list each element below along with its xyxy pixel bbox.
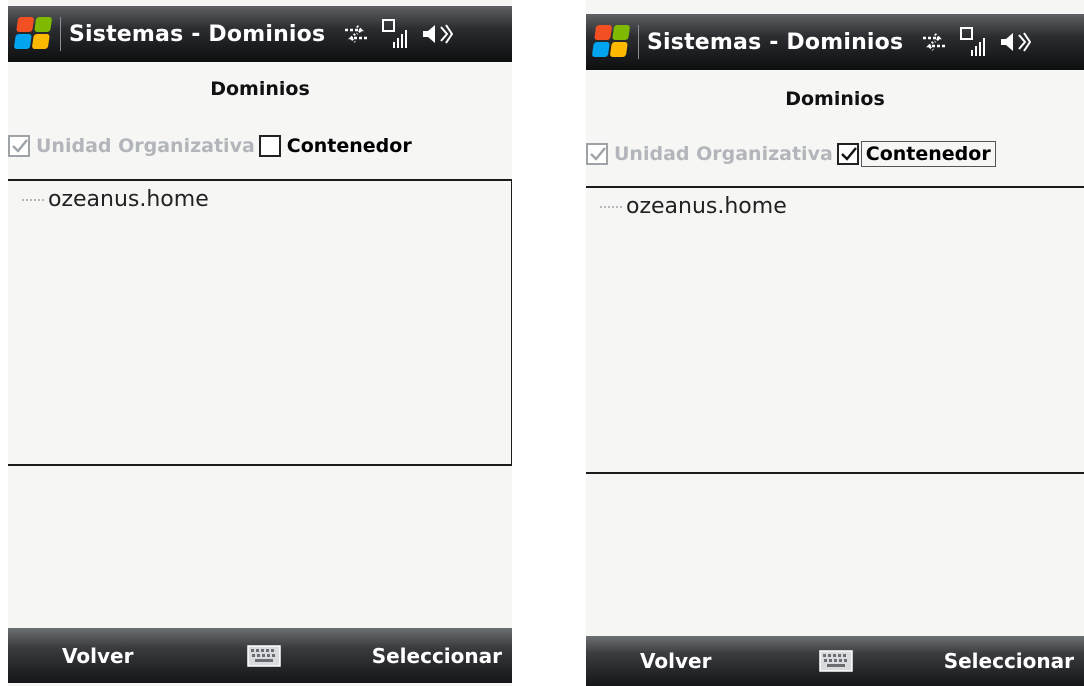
checkbox-label-contenedor[interactable]: Contenedor [860,141,996,167]
checkbox-unidad-organizativa[interactable] [586,143,608,165]
page-heading: Dominios [785,88,885,110]
windows-start-icon[interactable] [586,14,638,70]
phone-screen-left: Sistemas - Dominios Dominios Unidad Orga… [8,0,512,686]
signal-strength-icon[interactable] [381,18,409,50]
select-softkey[interactable]: Seleccionar [372,644,502,668]
soft-key-bar: Volver Seleccionar [586,636,1084,686]
speaker-icon[interactable] [421,22,454,46]
status-icons [343,18,454,50]
phone-screen-right: Sistemas - Dominios Dominios Unidad Orga… [586,0,1084,686]
data-sync-icon[interactable] [343,23,369,45]
tree-item-domain[interactable]: ozeanus.home [600,194,787,219]
tree-item-label: ozeanus.home [48,187,209,212]
soft-key-bar: Volver Seleccionar [8,628,512,683]
signal-strength-icon[interactable] [959,26,987,58]
back-softkey[interactable]: Volver [640,649,711,673]
tree-item-label: ozeanus.home [626,194,787,219]
checkbox-contenedor[interactable] [836,143,859,165]
back-softkey[interactable]: Volver [62,644,133,668]
checkmark-icon [590,147,606,161]
tree-connector [600,205,622,208]
tree-item-domain[interactable]: ozeanus.home [22,187,209,212]
title-separator [60,17,61,51]
keyboard-icon[interactable] [819,650,853,672]
domain-tree-view[interactable]: ozeanus.home [8,179,512,466]
checkbox-row: Unidad Organizativa Contenedor [586,136,1084,172]
checkbox-label-unidad-organizativa: Unidad Organizativa [614,143,833,165]
tree-connector [22,198,44,201]
select-softkey[interactable]: Seleccionar [944,649,1074,673]
keyboard-icon[interactable] [247,644,281,667]
checkmark-icon [840,147,857,161]
status-icons [921,26,1032,58]
title-bar: Sistemas - Dominios [8,6,512,62]
title-separator [638,25,639,59]
domain-tree-view[interactable]: ozeanus.home [586,186,1084,474]
checkbox-label-unidad-organizativa: Unidad Organizativa [36,135,255,157]
title-bar: Sistemas - Dominios [586,14,1084,70]
window-title: Sistemas - Dominios [69,21,326,47]
window-title: Sistemas - Dominios [647,29,904,55]
page-heading: Dominios [210,78,310,100]
windows-start-icon[interactable] [8,6,60,62]
checkbox-label-contenedor[interactable]: Contenedor [287,135,412,157]
speaker-icon[interactable] [999,30,1032,54]
checkbox-unidad-organizativa[interactable] [8,135,30,157]
checkmark-icon [12,139,28,153]
checkbox-row: Unidad Organizativa Contenedor [8,128,512,164]
data-sync-icon[interactable] [921,31,947,53]
checkbox-contenedor[interactable] [258,135,281,157]
